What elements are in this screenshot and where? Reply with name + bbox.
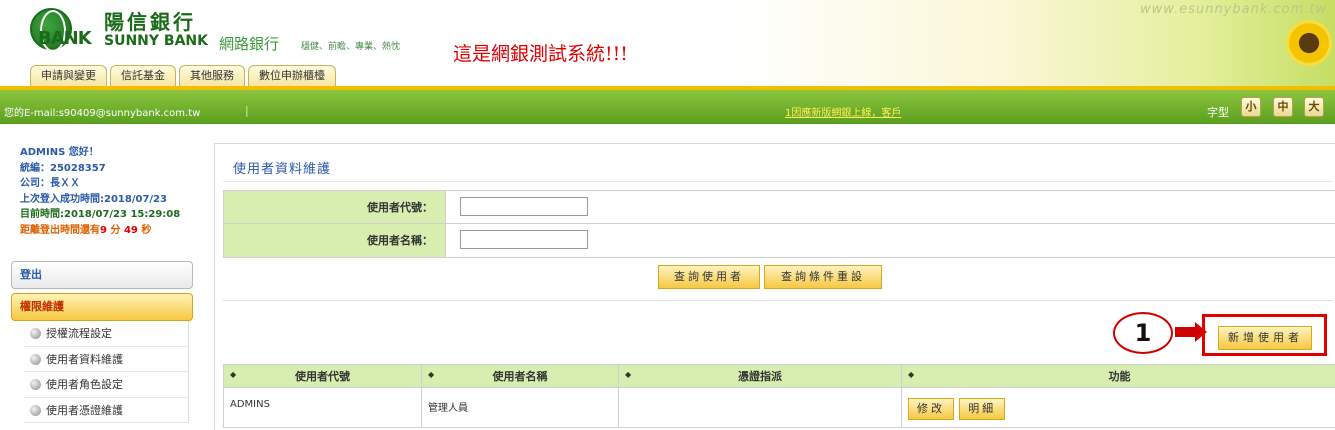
page-title: 使用者資料維護 [233,162,332,177]
table-header-row: ◆ 使用者代號 ◆ 使用者名稱 ◆ 憑證指派 ◆ 功能 [223,364,1335,388]
col-header-label: 使用者名稱 [492,370,548,383]
menu-user-data-maintenance[interactable]: 使用者資料維護 [24,347,188,372]
title-divider [223,181,1333,182]
tab-other-services[interactable]: 其他服務 [179,65,245,86]
logout-button[interactable]: 登出 [11,261,193,289]
tax-id-line: 統編：25028357 [20,161,180,177]
col-header-user-id[interactable]: ◆ 使用者代號 [223,364,422,388]
section-divider [223,300,1333,301]
menu-item-label: 使用者角色設定 [46,378,123,391]
user-table: ◆ 使用者代號 ◆ 使用者名稱 ◆ 憑證指派 ◆ 功能 ADMINS 管理人員 修改 明… [223,364,1335,428]
company-label: 公司： [20,178,50,189]
main-content: 使用者資料維護 使用者代號： 使用者名稱： 查詢使用者 查詢條件重設 1 新增使… [214,143,1335,430]
annotation-step-number: 1 [1113,312,1173,354]
sunflower-icon [1286,20,1332,66]
user-id-label: 使用者代號： [224,191,446,223]
bar-divider: | [245,104,249,117]
minutes-unit: 分 [110,224,121,236]
netbank-title: 網路銀行 [219,35,280,53]
logo-bank-text: BANK [38,28,92,49]
bullet-icon [30,353,41,365]
company-line: 公司：長ＸＸ [20,176,180,192]
query-user-button[interactable]: 查詢使用者 [658,265,760,289]
permission-submenu: 授權流程設定 使用者資料維護 使用者角色設定 使用者憑證維護 [24,321,189,423]
announcement-link[interactable]: 1因應新版網銀上線，客戶 [785,104,901,119]
slogan: 穩健、前瞻、專業、熱忱 [301,42,401,52]
col-header-user-name[interactable]: ◆ 使用者名稱 [421,364,619,388]
add-user-button[interactable]: 新增使用者 [1218,326,1312,350]
current-time-line: 目前時間:2018/07/23 15:29:08 [20,207,180,223]
countdown-label: 距離登出時間還有 [20,224,100,236]
user-email: 您的E-mail:s90409@sunnybank.com.tw [4,108,201,119]
last-login: 2018/07/23 [104,193,167,205]
search-form: 使用者代號： 使用者名稱： [223,190,1335,258]
col-header-actions[interactable]: ◆ 功能 [901,364,1335,388]
font-size-label: 字型 [1207,106,1229,119]
permission-maintenance-menu[interactable]: 權限維護 [11,293,193,321]
info-bar: 您的E-mail:s90409@sunnybank.com.tw | 1因應新版… [0,86,1335,124]
menu-item-label: 授權流程設定 [46,327,112,340]
header: BANK 陽信銀行 SUNNY BANK 網路銀行 穩健、前瞻、專業、熱忱 這是… [0,0,1335,86]
menu-authorization-flow[interactable]: 授權流程設定 [24,321,188,347]
logo-chinese-name: 陽信銀行 [104,10,196,34]
last-login-label: 上次登入成功時間: [20,193,104,205]
menu-user-role-setting[interactable]: 使用者角色設定 [24,372,188,398]
menu-user-certificate[interactable]: 使用者憑證維護 [24,398,188,423]
logout-countdown: 距離登出時間還有9 分 49 秒 [20,223,180,239]
countdown-seconds: 49 [123,224,138,236]
cell-certificate [618,387,902,428]
menu-item-label: 使用者憑證維護 [46,403,123,417]
tab-digital-counter[interactable]: 數位申辦櫃檯 [248,65,336,86]
logo-english-name: SUNNY BANK [104,33,208,49]
font-medium-button[interactable]: 中 [1273,97,1293,117]
cell-user-id: ADMINS [223,387,422,428]
tab-apply-change[interactable]: 申請與變更 [30,65,107,86]
countdown-minutes: 9 [100,224,107,236]
seconds-unit: 秒 [141,224,152,236]
sort-icon[interactable]: ◆ [230,370,236,379]
bullet-icon [30,328,41,339]
col-header-label: 使用者代號 [295,370,350,383]
tab-trust-fund[interactable]: 信託基金 [110,65,176,86]
detail-button[interactable]: 明細 [959,398,1006,420]
user-id-cell [446,191,1335,223]
font-small-button[interactable]: 小 [1241,97,1261,117]
col-header-label: 功能 [1108,370,1131,383]
annotation-arrow-icon [1175,322,1207,342]
form-row-user-id: 使用者代號： [224,191,1335,224]
col-header-certificate[interactable]: ◆ 憑證指派 [618,364,902,388]
user-name-cell [446,224,1335,257]
test-system-banner: 這是網銀測試系統!!! [453,43,628,65]
site-url-watermark: www.esunnybank.com.tw [1140,2,1328,17]
tax-id: 25028357 [50,162,106,174]
user-name-label: 使用者名稱： [224,224,446,257]
form-row-user-name: 使用者名稱： [224,224,1335,257]
company: 長ＸＸ [50,178,80,189]
cell-user-name: 管理人員 [421,387,619,428]
tax-id-label: 統編： [20,162,50,174]
sidebar: ADMINS 您好！ 統編：25028357 公司：長ＸＸ 上次登入成功時間:2… [0,124,202,430]
current-time-label: 目前時間: [20,209,64,220]
last-login-line: 上次登入成功時間:2018/07/23 [20,192,180,208]
font-large-button[interactable]: 大 [1304,97,1324,117]
user-info-panel: ADMINS 您好！ 統編：25028357 公司：長ＸＸ 上次登入成功時間:2… [20,145,180,238]
bullet-icon [30,404,41,416]
user-name-input[interactable] [460,230,588,249]
table-row: ADMINS 管理人員 修改 明細 [223,387,1335,428]
user-id-input[interactable] [460,197,588,216]
sort-icon[interactable]: ◆ [428,370,434,379]
cell-actions: 修改 明細 [901,387,1335,428]
col-header-label: 憑證指派 [738,370,782,383]
greeting: ADMINS 您好！ [20,147,99,158]
menu-item-label: 使用者資料維護 [46,352,123,366]
top-nav-tabs: 申請與變更 信託基金 其他服務 數位申辦櫃檯 [30,65,336,86]
bullet-icon [30,379,41,390]
edit-button[interactable]: 修改 [908,398,954,420]
reset-query-button[interactable]: 查詢條件重設 [764,265,882,289]
sort-icon[interactable]: ◆ [908,370,914,379]
sort-icon[interactable]: ◆ [625,370,631,379]
current-time: 2018/07/23 15:29:08 [64,209,181,220]
